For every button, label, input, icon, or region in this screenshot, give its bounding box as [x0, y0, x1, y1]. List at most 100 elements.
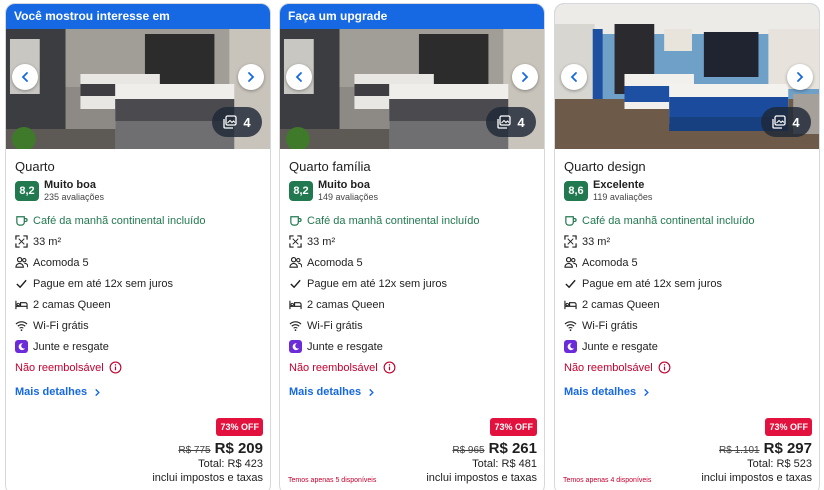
moon-icon: [18, 343, 26, 351]
more-details-link[interactable]: Mais detalhes: [564, 386, 810, 398]
original-price: R$ 1.101: [719, 445, 760, 456]
amenity-beds: 2 camas Queen: [564, 294, 810, 315]
chevron-right-icon: [369, 388, 374, 396]
next-photo-button[interactable]: [787, 64, 813, 90]
bed-icon: [564, 300, 577, 310]
amenity-wifi: Wi-Fi grátis: [289, 315, 535, 336]
info-icon[interactable]: [109, 361, 122, 374]
room-name: Quarto: [15, 159, 55, 174]
availability-note: Temos apenas 4 disponíveis: [563, 477, 652, 484]
expand-icon: [289, 235, 302, 248]
people-icon: [15, 257, 28, 268]
review-count: 119 avaliações: [593, 192, 653, 202]
total-price: Total: R$ 523: [747, 458, 812, 470]
rating-label: Muito boa: [44, 179, 96, 191]
discount-badge: 73% OFF: [216, 418, 263, 436]
refund-policy[interactable]: Não reembolsável: [289, 357, 535, 378]
amenity-installments: Pague em até 12x sem juros: [15, 273, 261, 294]
taxes-note: inclui impostos e taxas: [152, 472, 263, 484]
amenity-area: 33 m²: [289, 231, 535, 252]
moon-icon: [292, 343, 300, 351]
photos-icon: [223, 115, 238, 129]
chevron-left-icon: [570, 72, 577, 82]
chevron-right-icon: [644, 388, 649, 396]
chevron-right-icon: [95, 388, 100, 396]
wifi-icon: [15, 321, 28, 331]
amenity-wifi: Wi-Fi grátis: [15, 315, 261, 336]
photo-count: 4: [792, 114, 800, 130]
info-icon[interactable]: [658, 361, 671, 374]
wifi-icon: [289, 321, 302, 331]
amenity-area: 33 m²: [564, 231, 810, 252]
review-score: 8,6: [564, 181, 588, 201]
next-photo-button[interactable]: [512, 64, 538, 90]
chevron-right-icon: [248, 72, 255, 82]
discount-badge: 73% OFF: [765, 418, 812, 436]
amenity-sleeps: Acomoda 5: [289, 252, 535, 273]
amenity-beds: 2 camas Queen: [289, 294, 535, 315]
room-photo[interactable]: 4: [280, 29, 544, 149]
people-icon: [564, 257, 577, 268]
photo-count: 4: [243, 114, 251, 130]
amenity-breakfast: Café da manhã continental incluído: [289, 210, 535, 231]
price-block: 73% OFF R$ 775 R$ 209 Total: R$ 423 incl…: [152, 417, 263, 484]
people-icon: [289, 257, 302, 268]
expand-icon: [15, 235, 28, 248]
discount-badge: 73% OFF: [490, 418, 537, 436]
chevron-right-icon: [522, 72, 529, 82]
chevron-left-icon: [295, 72, 302, 82]
coffee-cup-icon: [16, 216, 28, 226]
previous-photo-button[interactable]: [286, 64, 312, 90]
amenity-installments: Pague em até 12x sem juros: [289, 273, 535, 294]
total-price: Total: R$ 481: [472, 458, 537, 470]
info-icon[interactable]: [383, 361, 396, 374]
expand-icon: [564, 235, 577, 248]
more-details-link[interactable]: Mais detalhes: [289, 386, 535, 398]
bed-icon: [289, 300, 302, 310]
amenity-rewards: Junte e resgate: [15, 336, 261, 357]
room-photo[interactable]: 4: [6, 29, 270, 149]
coffee-cup-icon: [565, 216, 577, 226]
coffee-cup-icon: [290, 216, 302, 226]
room-card[interactable]: Você mostrou interesse em 4 Quarto 8,2 M…: [5, 3, 271, 490]
review-score: 8,2: [15, 181, 39, 201]
previous-photo-button[interactable]: [12, 64, 38, 90]
room-photo[interactable]: 4: [555, 4, 819, 149]
price-block: 73% OFF R$ 1.101 R$ 297 Total: R$ 523 in…: [701, 417, 812, 484]
amenity-breakfast: Café da manhã continental incluído: [564, 210, 810, 231]
room-name: Quarto família: [289, 159, 371, 174]
review-count: 235 avaliações: [44, 192, 105, 202]
photo-gallery-button[interactable]: 4: [761, 107, 811, 137]
amenity-installments: Pague em até 12x sem juros: [564, 273, 810, 294]
rating: 8,2 Muito boa 149 avaliações: [289, 179, 535, 203]
next-photo-button[interactable]: [238, 64, 264, 90]
card-banner: Você mostrou interesse em: [6, 4, 270, 29]
more-details-link[interactable]: Mais detalhes: [15, 386, 261, 398]
room-card[interactable]: 4 Quarto design 8,6 Excelente 119 avalia…: [554, 3, 820, 490]
photo-count: 4: [517, 114, 525, 130]
chevron-left-icon: [21, 72, 28, 82]
room-card[interactable]: Faça um upgrade 4 Quarto família 8,2 Mui…: [279, 3, 545, 490]
review-count: 149 avaliações: [318, 192, 379, 202]
current-price: R$ 261: [488, 440, 537, 457]
original-price: R$ 775: [178, 445, 211, 456]
checkmark-icon: [16, 279, 27, 289]
previous-photo-button[interactable]: [561, 64, 587, 90]
amenity-sleeps: Acomoda 5: [15, 252, 261, 273]
card-banner: Faça um upgrade: [280, 4, 544, 29]
checkmark-icon: [290, 279, 301, 289]
amenity-wifi: Wi-Fi grátis: [564, 315, 810, 336]
refund-policy[interactable]: Não reembolsável: [564, 357, 810, 378]
refund-policy[interactable]: Não reembolsável: [15, 357, 261, 378]
room-name: Quarto design: [564, 159, 646, 174]
price-block: 73% OFF R$ 965 R$ 261 Total: R$ 481 incl…: [426, 417, 537, 484]
current-price: R$ 297: [763, 440, 812, 457]
amenity-area: 33 m²: [15, 231, 261, 252]
current-price: R$ 209: [214, 440, 263, 457]
amenity-breakfast: Café da manhã continental incluído: [15, 210, 261, 231]
taxes-note: inclui impostos e taxas: [701, 472, 812, 484]
photo-gallery-button[interactable]: 4: [212, 107, 262, 137]
rating-label: Muito boa: [318, 179, 370, 191]
photo-gallery-button[interactable]: 4: [486, 107, 536, 137]
original-price: R$ 965: [452, 445, 485, 456]
